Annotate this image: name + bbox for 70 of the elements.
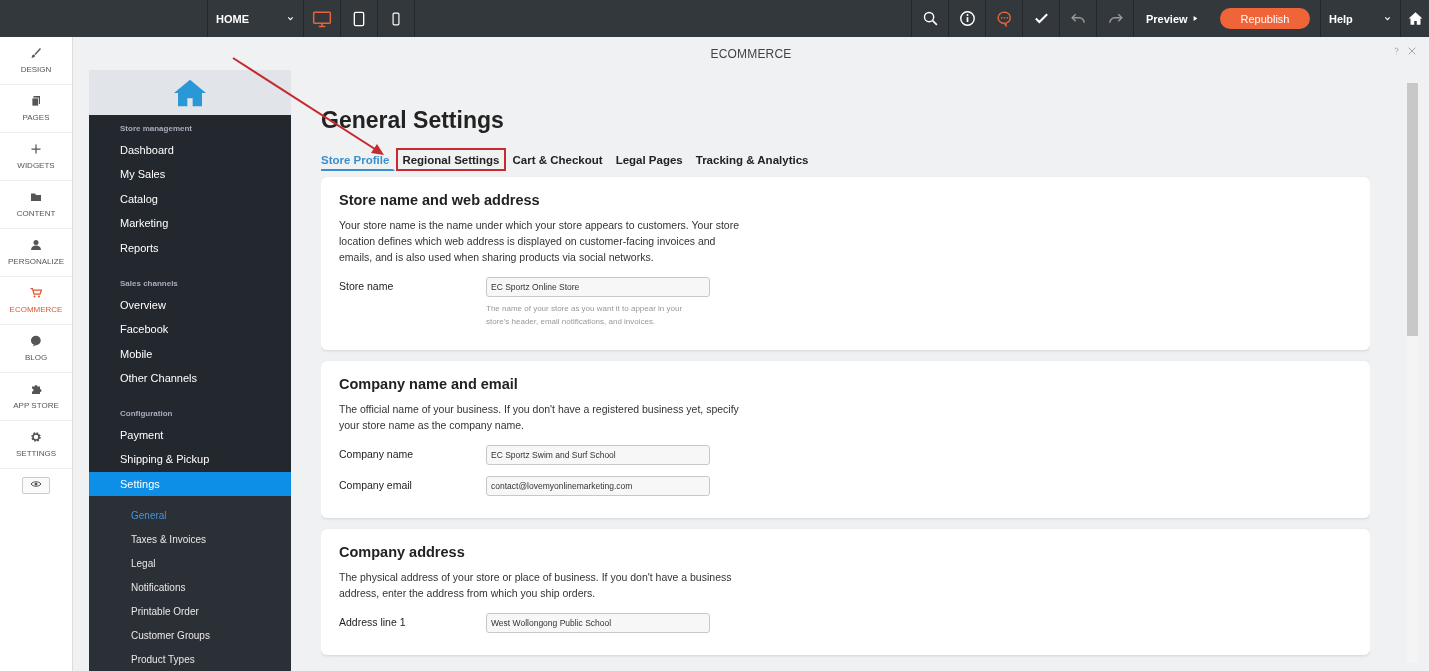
eye-icon (29, 478, 43, 490)
page-select[interactable]: HOME (207, 0, 304, 37)
nav-item[interactable]: My Sales (89, 162, 291, 187)
nav-item[interactable]: Catalog (89, 186, 291, 212)
nav-subitem[interactable]: Taxes & Invoices (89, 527, 291, 552)
nav-item[interactable]: Marketing (89, 211, 291, 236)
search-icon (921, 10, 939, 27)
nav-item[interactable]: Facebook (89, 316, 291, 342)
folder-icon (30, 191, 42, 203)
field-label: Address line 1 (339, 615, 407, 628)
section-heading: Sales channels (119, 277, 179, 290)
rail-item[interactable]: PERSONALIZE (0, 229, 72, 277)
nav-item[interactable]: Overview (89, 292, 291, 317)
plus-icon (30, 143, 42, 155)
card-description: Your store name is the name under which your store appears to customers. Your store location defines which web address is displayed on customer-facing invoices and emails, and is also used when sharing products via social networks. (339, 218, 739, 265)
chat-icon (995, 10, 1013, 27)
nav-item[interactable]: Payment (89, 422, 291, 448)
info-icon (958, 10, 976, 27)
panel-title: ECOMMERCE (710, 46, 792, 61)
tab[interactable]: Tracking & Analytics (689, 148, 815, 171)
nav-item[interactable]: Shipping & Pickup (89, 447, 291, 472)
rail-item[interactable]: WIDGETS (0, 133, 72, 181)
card-description: The official name of your business. If you don't have a registered business yet, specify your store name as the company name. (339, 402, 739, 433)
tab[interactable]: Cart & Checkout (506, 148, 609, 171)
speech-bubble-icon (30, 335, 42, 347)
card-title: Company address (339, 544, 466, 560)
input-field[interactable]: EC Sportz Online Store (486, 277, 710, 297)
nav-subitem[interactable]: Product Types (89, 647, 291, 671)
gear-icon (30, 431, 42, 443)
tab[interactable]: Legal Pages (609, 148, 689, 171)
nav-subitem[interactable]: Legal (89, 551, 291, 576)
tablet-icon (351, 9, 367, 28)
brush-icon (30, 47, 42, 59)
home-icon (1407, 11, 1423, 26)
input-field[interactable]: West Wollongong Public School (486, 613, 710, 633)
tab[interactable]: Regional Settings (396, 148, 506, 171)
caret-icon (1383, 14, 1392, 23)
section-heading: Configuration (119, 408, 174, 420)
rail-item[interactable]: ECOMMERCE (0, 277, 72, 325)
rail-item[interactable]: SETTINGS (0, 421, 72, 469)
nav-subitem[interactable]: General (89, 503, 291, 528)
nav-item[interactable]: Mobile (89, 341, 291, 366)
nav-item[interactable]: Dashboard (89, 137, 291, 163)
rail-item[interactable]: PAGES (0, 85, 72, 133)
person-icon (30, 239, 42, 251)
card-title: Company name and email (339, 376, 519, 392)
input-field[interactable]: EC Sportz Swim and Surf School (486, 445, 710, 465)
field-help: The name of your store as you want it to appear in your store's header, email notifications, and invoices. (486, 303, 684, 328)
rail-item[interactable]: CONTENT (0, 181, 72, 229)
rail-item[interactable]: APP STORE (0, 373, 72, 421)
rail-item[interactable]: DESIGN (0, 37, 72, 85)
nav-item[interactable]: Other Channels (89, 365, 291, 391)
input-field[interactable]: contact@lovemyonlinemarketing.com (486, 476, 710, 496)
card-title: Store name and web address (339, 192, 541, 208)
section-heading: Store management (119, 123, 194, 135)
nav-subitem[interactable]: Notifications (89, 575, 291, 600)
preview-toggle-button[interactable] (22, 477, 50, 494)
pages-icon (30, 95, 42, 107)
puzzle-icon (30, 383, 42, 395)
field-label: Company name (339, 447, 415, 460)
field-label: Store name (339, 279, 395, 292)
field-label: Company email (339, 478, 413, 491)
scrollbar[interactable] (1407, 83, 1418, 663)
card-description: The physical address of your store or place of business. If you don't have a business address, enter the address from which you ship orders. (339, 570, 733, 601)
caret-icon (286, 14, 295, 23)
rail-item[interactable]: BLOG (0, 325, 72, 373)
nav-item[interactable]: Reports (89, 235, 291, 260)
nav-subitem[interactable]: Customer Groups (89, 623, 291, 648)
nav-subitem[interactable]: Printable Order (89, 599, 291, 624)
cart-icon (30, 287, 42, 299)
